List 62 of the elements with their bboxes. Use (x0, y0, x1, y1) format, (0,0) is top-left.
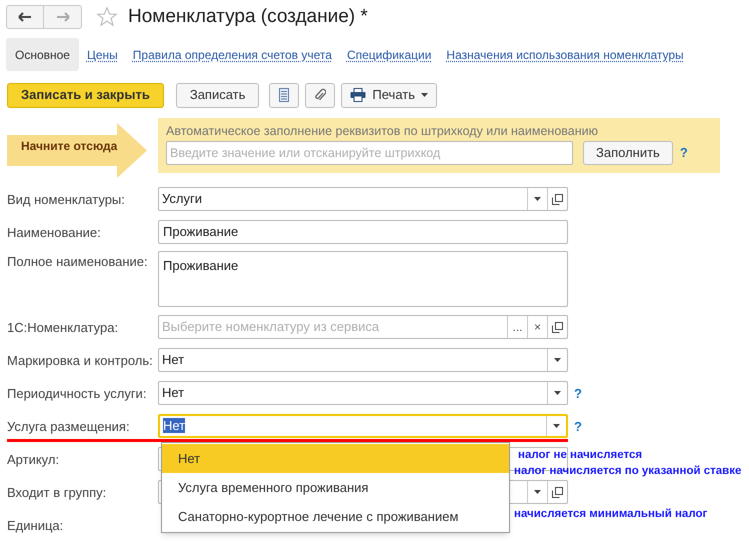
list-button[interactable] (269, 82, 300, 108)
dropdown-option[interactable]: Санаторно-курортное лечение с проживанием (162, 502, 509, 531)
barcode-field[interactable]: Введите значение или отсканируйте штрихкод (166, 141, 573, 165)
field-label: Услуга размещения: (6, 418, 131, 436)
printer-icon (350, 88, 366, 102)
open-window-icon (552, 322, 563, 332)
field-label: Маркировка и контроль: (6, 352, 154, 370)
window-title: Номенклатура (создание) * (128, 4, 368, 29)
annotation-text: налог начисляется по указанной ставке (514, 464, 742, 479)
combo-box[interactable]: Нет (158, 348, 568, 372)
dropdown-option[interactable]: Услуга временного проживания (162, 473, 509, 502)
combo-value: Услуги (162, 191, 202, 206)
field-label: Входит в группу: (6, 484, 108, 502)
field-label: Полное наименование: (6, 253, 149, 271)
caret-icon (554, 391, 561, 395)
combo-box[interactable]: Нет (158, 381, 568, 405)
save-button[interactable]: Записать (176, 82, 260, 108)
caret-icon (421, 93, 428, 97)
field-label: 1С:Номенклатура: (6, 319, 120, 337)
combo-box[interactable]: Нет (158, 414, 568, 438)
combo-value: Нет (162, 352, 184, 368)
text-area[interactable]: Проживание (158, 251, 568, 307)
clear-button[interactable]: × (527, 316, 547, 338)
open-window-icon (552, 194, 563, 204)
list-icon (279, 88, 290, 102)
back-arrow-icon (18, 12, 32, 22)
dropdown-option[interactable]: Нет (162, 444, 509, 473)
print-button[interactable]: Печать (341, 82, 437, 108)
open-window-icon (552, 486, 563, 498)
annotation-text: начисляется минимальный налог (514, 507, 708, 522)
text-field[interactable]: Проживание (158, 220, 568, 244)
picker-field[interactable]: Выберите номенклатуру из сервиса ... × (158, 315, 568, 339)
combo-value: Нет (163, 418, 186, 434)
attach-button[interactable] (305, 82, 336, 108)
fill-button[interactable]: Заполнить (583, 141, 673, 165)
tab[interactable]: Спецификации (344, 38, 434, 71)
field-label: Вид номенклатуры: (6, 191, 126, 209)
caret-icon (553, 424, 560, 428)
autofill-caption: Автоматическое заполнение реквизитов по штрихкоду или наименованию (166, 123, 599, 140)
field-label: Наименование: (6, 224, 102, 242)
combo-value: Нет (162, 385, 184, 400)
field-label: Единица: (6, 517, 64, 535)
field-label: Периодичность услуги: (6, 385, 148, 403)
help-link[interactable]: ? (574, 414, 582, 436)
caret-icon (534, 490, 541, 494)
help-link[interactable]: ? (680, 143, 688, 163)
save-and-close-button[interactable]: Записать и закрыть (7, 82, 164, 108)
field-label: Артикул: (6, 451, 60, 469)
caret-icon (534, 197, 541, 201)
star-icon[interactable] (96, 6, 118, 28)
help-link[interactable]: ? (574, 381, 582, 404)
tab[interactable]: Правила определения счетов учета (130, 38, 335, 71)
combo-box[interactable]: Услуги (158, 187, 568, 211)
start-here-label: Начните отсюда (21, 138, 118, 154)
forward-arrow-icon (56, 12, 70, 22)
tab[interactable]: Назначения использования номенклатуры (443, 38, 687, 71)
select-button[interactable]: ... (507, 316, 527, 338)
caret-icon (554, 358, 561, 362)
paperclip-icon (314, 88, 326, 102)
tab[interactable]: Цены (84, 38, 121, 71)
annotation-text: налог не начисляется (518, 448, 642, 463)
tab[interactable]: Основное (6, 38, 79, 71)
